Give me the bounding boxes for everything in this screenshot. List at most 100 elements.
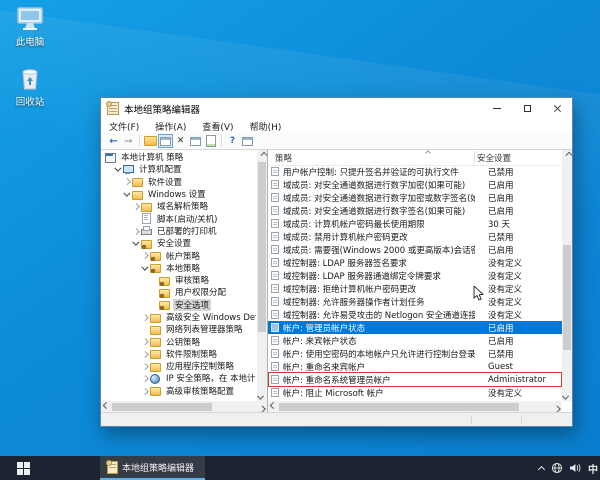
minimize-button[interactable] [482,98,512,119]
tree-item-network-list-manager[interactable]: 网络列表管理器策略 [102,323,256,335]
column-divider[interactable] [474,151,475,164]
policy-row[interactable]: 帐户: 使用空密码的本地帐户只允许进行控制台登录 已禁用 [268,347,562,360]
policy-row[interactable]: 域成员: 对安全通道数据进行数字加密(如果可能) 已启用 [268,178,562,191]
chevron-right-icon[interactable] [140,250,150,262]
policy-row-outlined[interactable]: 帐户: 重命名系统管理员帐户 Administrator [268,373,562,386]
desktop-icon-label: 此电脑 [16,37,45,48]
policy-row[interactable]: 域控制器: 允许服务器操作者计划任务 没有定义 [268,295,562,308]
scroll-thumb[interactable] [112,403,212,411]
close-button[interactable] [542,98,572,119]
policy-row[interactable]: 域成员: 禁用计算机帐户密码更改 已禁用 [268,230,562,243]
chevron-right-icon[interactable] [140,348,150,360]
policy-row[interactable]: 域控制器: LDAP 服务器签名要求 没有定义 [268,256,562,269]
show-action-pane-icon[interactable] [240,134,255,148]
policy-setting: 已启用 [488,179,514,191]
chevron-down-icon[interactable] [113,163,123,175]
title-bar[interactable]: 本地组策略编辑器 [101,98,572,119]
scroll-thumb[interactable] [563,245,571,350]
menu-action[interactable]: 操作(A) [147,120,194,133]
tree-item-software-restriction-policies[interactable]: 软件限制策略 [102,348,256,360]
policy-row[interactable]: 域成员: 计算机帐户密码最长使用期限 30 天 [268,217,562,230]
desktop-icon-recycle-bin[interactable]: 回收站 [4,64,56,108]
tree-item-software-settings[interactable]: 软件设置 [102,176,256,188]
policy-row[interactable]: 域控制器: 拒绝计算机帐户密码更改 没有定义 [268,282,562,295]
tree-item-application-control-policies[interactable]: 应用程序控制策略 [102,360,256,372]
back-icon[interactable]: ← [106,134,121,148]
chevron-right-icon[interactable] [131,200,141,212]
volume-icon[interactable] [569,462,582,474]
tree-item-windows-settings[interactable]: Windows 设置 [102,188,256,200]
scroll-left-icon[interactable] [268,402,278,412]
chevron-right-icon[interactable] [122,176,132,188]
desktop-icon-this-pc[interactable]: 此电脑 [4,6,56,48]
chevron-down-icon[interactable] [131,237,141,249]
policy-row[interactable]: 用户帐户控制: 只提升签名并验证的可执行文件 已禁用 [268,165,562,178]
tree-item-user-rights-assignment[interactable]: 用户权限分配 [102,286,256,298]
policy-row[interactable]: 帐户: 阻止 Microsoft 帐户 没有定义 [268,386,562,399]
scroll-up-icon[interactable] [562,150,572,160]
policy-row[interactable]: 帐户: 重命名来宾帐户 Guest [268,360,562,373]
chevron-down-icon[interactable] [122,188,132,200]
maximize-button[interactable] [512,98,542,119]
tree-item-deployed-printers[interactable]: 已部署的打印机 [102,225,256,237]
tree-item-windows-defender-firewall[interactable]: 高级安全 Windows Defender 防火墙 [102,311,256,323]
scroll-right-icon[interactable] [552,402,562,412]
export-list-icon[interactable] [203,134,218,148]
menu-help[interactable]: 帮助(H) [242,120,290,133]
scroll-right-icon[interactable] [257,402,267,412]
properties-icon[interactable] [188,134,203,148]
policy-row[interactable]: 域成员: 对安全通道数据进行数字加密或数字签名(始终) 已启用 [268,191,562,204]
tree-item-scripts[interactable]: 脚本(启动/关机) [102,212,256,224]
help-icon[interactable]: ? [225,134,240,148]
scroll-left-icon[interactable] [101,402,111,412]
scroll-up-icon[interactable] [257,150,267,160]
policy-row[interactable]: 域成员: 对安全通道数据进行数字签名(如果可能) 已启用 [268,204,562,217]
policy-row[interactable]: 域成员: 需要强(Windows 2000 或更高版本)会话密钥 已启用 [268,243,562,256]
policy-row[interactable]: 帐户: 来宾帐户状态 已启用 [268,334,562,347]
chevron-down-icon[interactable] [140,262,150,274]
menu-file[interactable]: 文件(F) [101,120,147,133]
policy-setting: 没有定义 [488,257,522,269]
tree-item-local-policies[interactable]: 本地策略 [102,262,256,274]
tree-item-name-resolution-policy[interactable]: 域名解析策略 [102,200,256,212]
tree-item-advanced-audit-policy[interactable]: 高级审核策略配置 [102,385,256,397]
policy-name: 域成员: 对安全通道数据进行数字签名(如果可能) [283,205,475,217]
tree-item-security-settings[interactable]: 安全设置 [102,237,256,249]
scroll-down-icon[interactable] [562,391,572,401]
tree-item-audit-policy[interactable]: 审核策略 [102,274,256,286]
chevron-right-icon[interactable] [140,311,150,323]
up-folder-icon[interactable] [143,134,158,148]
column-header-policy[interactable]: 策略 [275,152,292,164]
tree-item-computer-configuration[interactable]: 计算机配置 [102,163,256,175]
tree-item-public-key-policies[interactable]: 公钥策略 [102,335,256,347]
chevron-up-icon[interactable] [538,465,545,472]
policy-doc-icon [271,258,279,267]
policy-row[interactable]: 域控制器: 允许易受攻击的 Netlogon 安全通道连接 没有定义 [268,308,562,321]
tree-vertical-scrollbar[interactable] [257,150,267,401]
delete-icon[interactable]: ✕ [173,134,188,148]
menu-view[interactable]: 查看(V) [194,120,241,133]
scroll-thumb[interactable] [258,162,266,332]
chevron-right-icon[interactable] [131,225,141,237]
policy-row-selected[interactable]: 帐户: 管理员帐户状态 已启用 [268,321,562,334]
scroll-down-icon[interactable] [257,391,267,401]
column-header-setting[interactable]: 安全设置 [477,152,511,164]
tree-item-security-options[interactable]: 安全选项 [102,299,256,311]
tree-item-account-policies[interactable]: 帐户策略 [102,249,256,261]
chevron-placeholder [131,213,141,225]
chevron-right-icon[interactable] [140,385,150,397]
policy-row[interactable]: 域控制器: LDAP 服务器通道绑定令牌要求 没有定义 [268,269,562,282]
scroll-thumb[interactable] [279,403,519,411]
chevron-right-icon[interactable] [140,336,150,348]
list-vertical-scrollbar[interactable] [562,150,572,401]
forward-icon[interactable]: → [121,134,136,148]
tree-item-ip-security-policies[interactable]: IP 安全策略，在 本地计算机 [102,372,256,384]
chevron-right-icon[interactable] [140,372,150,384]
chevron-right-icon[interactable] [140,360,150,372]
taskbar-app-gpedit[interactable]: 本地组策略编辑器 [100,456,205,480]
network-icon[interactable] [551,462,563,474]
tree-item-local-computer-policy[interactable]: 本地计算机 策略 [102,151,256,163]
input-method-indicator[interactable]: 中 [588,461,598,476]
start-button[interactable] [0,456,46,480]
show-console-tree-icon[interactable] [158,134,173,148]
